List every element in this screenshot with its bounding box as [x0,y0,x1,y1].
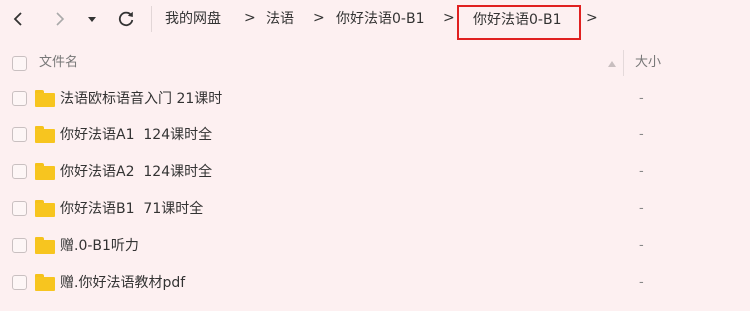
row-checkbox[interactable] [12,127,27,142]
table-row[interactable]: 法语欧标语音入门 21课时 - [0,81,750,117]
file-size: - [639,164,644,179]
table-row[interactable]: 你好法语B1 71课时全 - [0,191,750,227]
column-header-size[interactable]: 大小 [635,54,661,72]
refresh-icon [118,11,134,27]
history-dropdown-button[interactable] [80,7,104,31]
file-name[interactable]: 你好法语A1 124课时全 [60,125,212,145]
row-checkbox[interactable] [12,164,27,179]
breadcrumb-current-highlight[interactable]: 你好法语0-B1 [457,5,581,40]
breadcrumb-separator: > [313,10,325,26]
breadcrumb-item-my-drive[interactable]: 我的网盘 [165,10,221,28]
file-size: - [639,127,644,142]
file-size: - [639,91,644,106]
row-checkbox[interactable] [12,238,27,253]
file-name[interactable]: 你好法语A2 124课时全 [60,162,212,182]
file-size: - [639,275,644,290]
refresh-button[interactable] [114,7,138,31]
file-name[interactable]: 法语欧标语音入门 21课时 [60,89,222,109]
breadcrumb-current-label: 你好法语0-B1 [473,12,562,28]
toolbar: 我的网盘 > 法语 > 你好法语0-B1 > 你好法语0-B1 > [0,0,750,40]
breadcrumb-separator: > [244,10,256,26]
folder-icon [35,237,55,254]
forward-button[interactable] [48,7,72,31]
folder-icon [35,126,55,143]
breadcrumb-separator: > [586,10,598,26]
row-checkbox[interactable] [12,91,27,106]
file-name[interactable]: 你好法语B1 71课时全 [60,199,203,219]
column-header-name[interactable]: 文件名 [39,54,78,72]
table-row[interactable]: 赠.你好法语教材pdf - [0,265,750,301]
folder-icon [35,163,55,180]
table-header: 文件名 大小 [0,44,750,82]
file-size: - [639,238,644,253]
file-name[interactable]: 赠.你好法语教材pdf [60,273,185,293]
sort-up-icon[interactable] [608,61,616,67]
row-checkbox[interactable] [12,275,27,290]
folder-icon [35,200,55,217]
chevron-right-icon [56,12,65,26]
row-checkbox[interactable] [12,201,27,216]
chevron-left-icon [13,12,22,26]
table-row[interactable]: 你好法语A2 124课时全 - [0,154,750,190]
table-row[interactable]: 你好法语A1 124课时全 - [0,117,750,153]
caret-down-icon [88,17,96,22]
file-browser-window: 我的网盘 > 法语 > 你好法语0-B1 > 你好法语0-B1 > 文件名 大小… [0,0,750,311]
folder-icon [35,90,55,107]
breadcrumb-separator: > [443,10,455,26]
breadcrumb-item-french[interactable]: 法语 [266,10,294,28]
select-all-checkbox[interactable] [12,56,27,71]
column-divider[interactable] [623,50,624,76]
breadcrumb-item-hello-french[interactable]: 你好法语0-B1 [336,10,424,28]
folder-icon [35,274,55,291]
toolbar-divider [151,6,152,32]
file-size: - [639,201,644,216]
table-row[interactable]: 赠.0-B1听力 - [0,228,750,264]
back-button[interactable] [6,7,30,31]
file-name[interactable]: 赠.0-B1听力 [60,236,139,256]
